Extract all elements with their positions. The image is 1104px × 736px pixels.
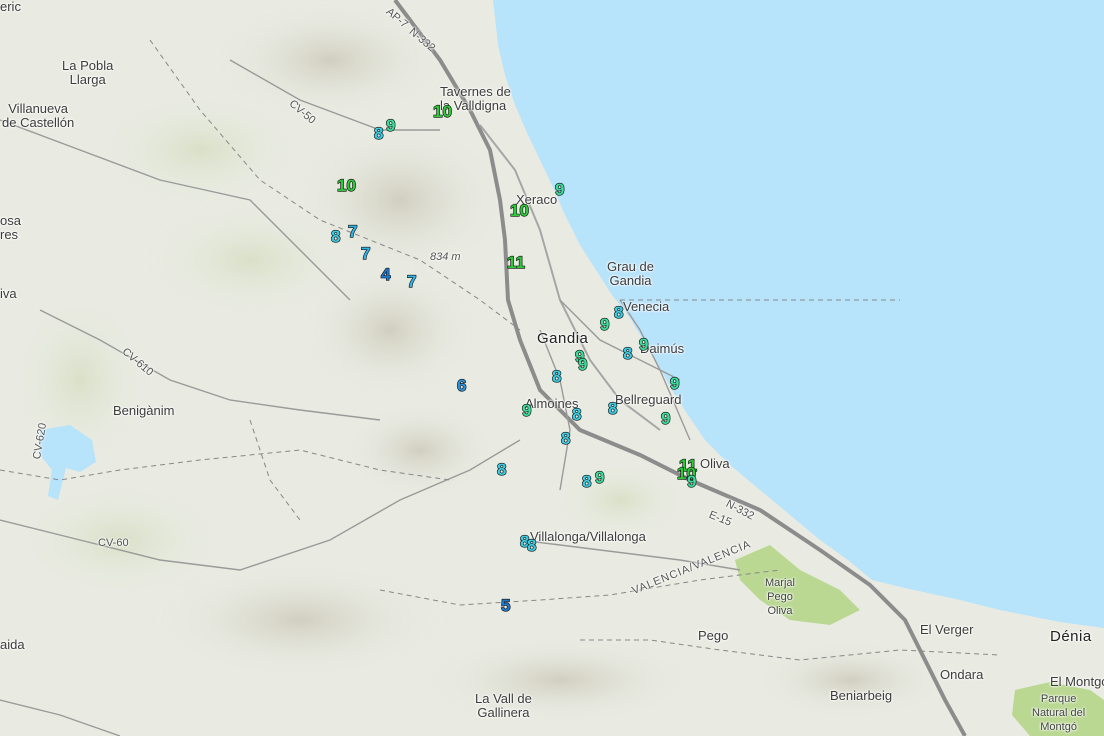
- value-marker[interactable]: 5: [500, 596, 511, 615]
- place-label-marjal: Marjal Pego Oliva: [765, 577, 795, 617]
- place-label-grau: Grau de Gandia: [607, 259, 654, 288]
- place-label-elmontgo: El Montgó: [1050, 674, 1104, 689]
- place-label-edge-aric: eric: [0, 0, 21, 14]
- value-marker[interactable]: 9: [599, 315, 610, 334]
- place-label-pego: Pego: [698, 628, 729, 643]
- value-marker[interactable]: 10: [432, 102, 452, 121]
- place-label-villanueva: Villanueva de Castellón: [2, 101, 75, 130]
- value-marker[interactable]: 10: [336, 176, 356, 195]
- value-marker[interactable]: 8: [551, 367, 562, 386]
- place-label-denia: Dénia: [1050, 628, 1092, 645]
- value-marker[interactable]: 7: [406, 272, 417, 291]
- value-marker[interactable]: 8: [581, 472, 592, 491]
- value-marker[interactable]: 8: [526, 536, 537, 555]
- value-marker[interactable]: 11: [506, 253, 525, 272]
- place-label-beniarbeig: Beniarbeig: [830, 688, 893, 703]
- place-label-parque: Parque Natural del Montgó: [1032, 693, 1086, 733]
- value-marker[interactable]: 9: [660, 409, 671, 428]
- place-label-edge-aida: aida: [0, 637, 25, 652]
- place-label-gandia: Gandia: [537, 330, 589, 347]
- place-label-edge-osa: osa res: [0, 213, 21, 242]
- value-marker[interactable]: 8: [496, 460, 507, 479]
- value-marker[interactable]: 9: [554, 180, 565, 199]
- value-marker[interactable]: 9: [669, 374, 680, 393]
- place-label-bellreguard: Bellreguard: [615, 392, 682, 407]
- value-marker[interactable]: 9: [594, 468, 605, 487]
- place-label-oliva: Oliva: [700, 456, 730, 471]
- value-marker[interactable]: 9: [638, 335, 649, 354]
- value-marker[interactable]: 6: [456, 376, 467, 395]
- place-label-beniganim: Benigànim: [113, 403, 175, 418]
- place-label-ondara: Ondara: [940, 667, 984, 682]
- map-view[interactable]: La Pobla Llarga Villanueva de Castellón …: [0, 0, 1104, 736]
- value-marker[interactable]: 8: [560, 429, 571, 448]
- place-label-almoines: Almoines: [525, 396, 579, 411]
- value-marker[interactable]: 9: [577, 355, 588, 374]
- value-marker[interactable]: 8: [330, 227, 341, 246]
- value-marker[interactable]: 7: [347, 222, 358, 241]
- value-marker[interactable]: 7: [360, 244, 371, 263]
- value-marker[interactable]: 8: [622, 344, 633, 363]
- value-marker[interactable]: 8: [613, 303, 624, 322]
- place-label-poble-llarga: La Pobla Llarga: [62, 58, 114, 87]
- place-label-lavall: La Vall de Gallinera: [475, 691, 532, 720]
- road-label-cv60: CV-60: [98, 537, 129, 549]
- place-label-elverger: El Verger: [920, 622, 974, 637]
- value-marker[interactable]: 9: [385, 116, 396, 135]
- elevation-label: 834 m: [430, 251, 461, 263]
- value-marker[interactable]: 4: [380, 265, 391, 284]
- value-marker[interactable]: 10: [509, 201, 529, 220]
- value-marker[interactable]: 8: [373, 124, 384, 143]
- value-marker[interactable]: 9: [521, 401, 532, 420]
- value-marker[interactable]: 8: [571, 405, 582, 424]
- value-marker[interactable]: 9: [686, 472, 697, 491]
- value-marker[interactable]: 8: [607, 399, 618, 418]
- place-label-edge-iva: iva: [0, 286, 17, 301]
- place-label-villalonga: Villalonga/Villalonga: [530, 529, 646, 544]
- place-label-venecia: Venecia: [623, 299, 670, 314]
